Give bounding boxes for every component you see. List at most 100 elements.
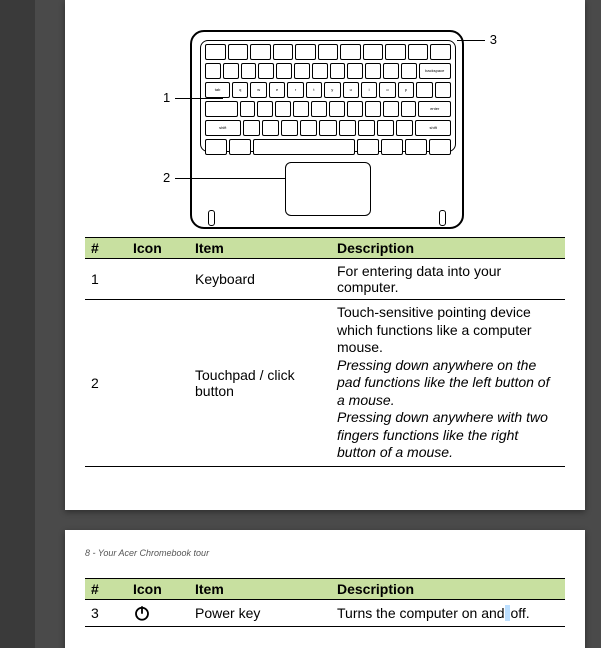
key-t: t: [306, 82, 322, 98]
key-p: p: [398, 82, 414, 98]
shift-key: shift: [415, 120, 451, 136]
header-num: #: [85, 238, 127, 259]
key-e: e: [269, 82, 285, 98]
key-q: q: [232, 82, 248, 98]
key: [377, 120, 394, 136]
key-i: i: [361, 82, 377, 98]
key: [205, 139, 227, 155]
key: [347, 63, 363, 79]
parts-table-2: # Icon Item Description 3 Power key Turn…: [85, 578, 565, 627]
key-r: r: [287, 82, 303, 98]
key: [340, 44, 361, 60]
key: [408, 44, 429, 60]
key: [330, 63, 346, 79]
key-u: u: [343, 82, 359, 98]
desc-paragraph: Pressing down anywhere on the pad functi…: [337, 357, 549, 408]
key: [401, 63, 417, 79]
cell-item: Keyboard: [189, 259, 331, 300]
callout-line: [457, 40, 485, 41]
key: [405, 139, 427, 155]
key: [294, 63, 310, 79]
key: [347, 101, 363, 117]
key: [243, 120, 260, 136]
speaker-grill-left: [208, 210, 215, 226]
key: [358, 120, 375, 136]
key: [295, 44, 316, 60]
cell-num: 1: [85, 259, 127, 300]
laptop-chassis: backspace tab q w e r t y u i o p: [190, 30, 464, 229]
key: [312, 63, 328, 79]
callout-line: [175, 178, 285, 179]
key: [257, 101, 273, 117]
key: [319, 120, 336, 136]
desc-paragraph: Touch-sensitive pointing device which fu…: [337, 304, 532, 355]
key: [293, 101, 309, 117]
key: [318, 44, 339, 60]
key: [262, 120, 279, 136]
desc-text: Turns the computer on and: [337, 605, 505, 621]
key: [276, 63, 292, 79]
callout-label-1: 1: [163, 90, 170, 105]
key: [401, 101, 417, 117]
power-icon: [133, 604, 151, 622]
header-item: Item: [189, 579, 331, 600]
key-w: w: [250, 82, 266, 98]
desc-paragraph: Pressing down anywhere with two fingers …: [337, 409, 548, 460]
header-item: Item: [189, 238, 331, 259]
header-desc: Description: [331, 579, 565, 600]
key: [430, 44, 451, 60]
header-desc: Description: [331, 238, 565, 259]
shift-key: shift: [205, 120, 241, 136]
key: [365, 101, 381, 117]
header-num: #: [85, 579, 127, 600]
key: [223, 63, 239, 79]
key: [363, 44, 384, 60]
callout-label-2: 2: [163, 170, 170, 185]
space-key: [253, 139, 355, 155]
key: [228, 44, 249, 60]
tab-key: tab: [205, 82, 230, 98]
callout-line: [175, 98, 223, 99]
key: [381, 139, 403, 155]
viewer-sidebar: [0, 0, 35, 648]
key-y: y: [324, 82, 340, 98]
cell-desc: For entering data into your computer.: [331, 259, 565, 300]
key: [229, 139, 251, 155]
table-row: 1 Keyboard For entering data into your c…: [85, 259, 565, 300]
header-icon: Icon: [127, 579, 189, 600]
cell-desc: Touch-sensitive pointing device which fu…: [331, 300, 565, 467]
key: [311, 101, 327, 117]
enter-key: enter: [418, 101, 451, 117]
parts-table-1: # Icon Item Description 1 Keyboard For e…: [85, 237, 565, 467]
key: [383, 63, 399, 79]
key: [383, 101, 399, 117]
keyboard-diagram: backspace tab q w e r t y u i o p: [175, 10, 475, 225]
page-header: 8 - Your Acer Chromebook tour: [65, 530, 585, 566]
cell-icon: [127, 259, 189, 300]
cell-num: 2: [85, 300, 127, 467]
table-row: 2 Touchpad / click button Touch-sensitiv…: [85, 300, 565, 467]
cell-item: Power key: [189, 600, 331, 627]
key: [396, 120, 413, 136]
document-page-2: 8 - Your Acer Chromebook tour # Icon Ite…: [65, 530, 585, 648]
speaker-grill-right: [439, 210, 446, 226]
key: [205, 101, 238, 117]
callout-label-3: 3: [490, 32, 497, 47]
cell-item: Touchpad / click button: [189, 300, 331, 467]
key: [435, 82, 451, 98]
key: [329, 101, 345, 117]
key: [339, 120, 356, 136]
cell-icon: [127, 600, 189, 627]
key: [275, 101, 291, 117]
table-header-row: # Icon Item Description: [85, 238, 565, 259]
key: [357, 139, 379, 155]
table-row: 3 Power key Turns the computer on and of…: [85, 600, 565, 627]
key: [273, 44, 294, 60]
pdf-viewer: backspace tab q w e r t y u i o p: [0, 0, 601, 648]
key: [281, 120, 298, 136]
key: [250, 44, 271, 60]
table-header-row: # Icon Item Description: [85, 579, 565, 600]
key: [205, 63, 221, 79]
key: [241, 63, 257, 79]
touchpad: [285, 162, 371, 216]
